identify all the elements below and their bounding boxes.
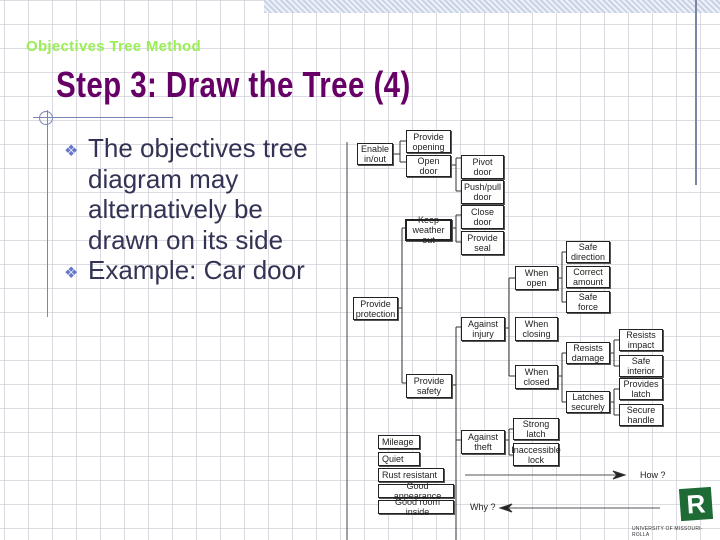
node-when-open: When open bbox=[515, 266, 558, 290]
node-keep-weather-out: Keep weather out bbox=[405, 215, 452, 245]
node-provide-protection: Provide protection bbox=[353, 297, 398, 320]
university-logo: R bbox=[678, 486, 714, 522]
node-secure-handle: Secure handle bbox=[619, 404, 663, 426]
node-quiet: Quiet bbox=[378, 452, 420, 466]
node-safe-force: Safe force bbox=[566, 291, 610, 313]
node-resists-impact: Resists impact bbox=[619, 329, 663, 351]
connector bbox=[558, 352, 566, 403]
tree-connectors bbox=[346, 140, 660, 540]
node-strong-latch: Strong latch bbox=[513, 418, 559, 440]
connector bbox=[610, 388, 619, 416]
node-correct-amount: Correct amount bbox=[566, 266, 610, 288]
node-resists-damage: Resists damage bbox=[566, 342, 610, 364]
how-label: How ? bbox=[640, 470, 666, 480]
node-latches-securely: Latches securely bbox=[566, 391, 610, 413]
node-enable-in-out: Enable in/out bbox=[357, 143, 393, 165]
node-provides-latch: Provides latch bbox=[619, 378, 663, 400]
connector bbox=[452, 157, 461, 192]
connector bbox=[393, 140, 406, 163]
node-pivot-door: Pivot door bbox=[461, 155, 504, 179]
node-when-closing: When closing bbox=[515, 317, 558, 341]
node-provide-opening: Provide opening bbox=[406, 130, 451, 153]
node-against-injury: Against injury bbox=[461, 317, 505, 341]
node-mileage: Mileage bbox=[378, 435, 420, 449]
connector bbox=[610, 339, 619, 367]
connector bbox=[558, 251, 566, 303]
node-rust-resistant: Rust resistant bbox=[378, 468, 444, 482]
node-good-appearance: Good appearance bbox=[378, 481, 454, 501]
node-safe-direction: Safe direction bbox=[566, 241, 610, 263]
node-good-room-inside: Good room inside bbox=[378, 497, 454, 517]
node-open-door: Open door bbox=[406, 155, 451, 177]
node-provide-safety: Provide safety bbox=[406, 374, 452, 398]
node-provide-seal: Provide seal bbox=[461, 231, 504, 255]
connector bbox=[452, 214, 461, 243]
node-push-pull-door: Push/pull door bbox=[461, 180, 504, 204]
node-inaccessible-lock: Inaccessible lock bbox=[511, 443, 561, 466]
node-close-door: Close door bbox=[461, 205, 504, 229]
node-when-closed: When closed bbox=[515, 365, 558, 389]
node-safe-interior: Safe interior bbox=[619, 355, 663, 377]
node-against-theft: Against theft bbox=[461, 430, 505, 454]
connector bbox=[398, 227, 406, 384]
connector bbox=[505, 277, 515, 377]
why-label: Why ? bbox=[470, 502, 496, 512]
university-logo-caption: UNIVERSITY OF MISSOURI-ROLLA bbox=[632, 526, 703, 538]
